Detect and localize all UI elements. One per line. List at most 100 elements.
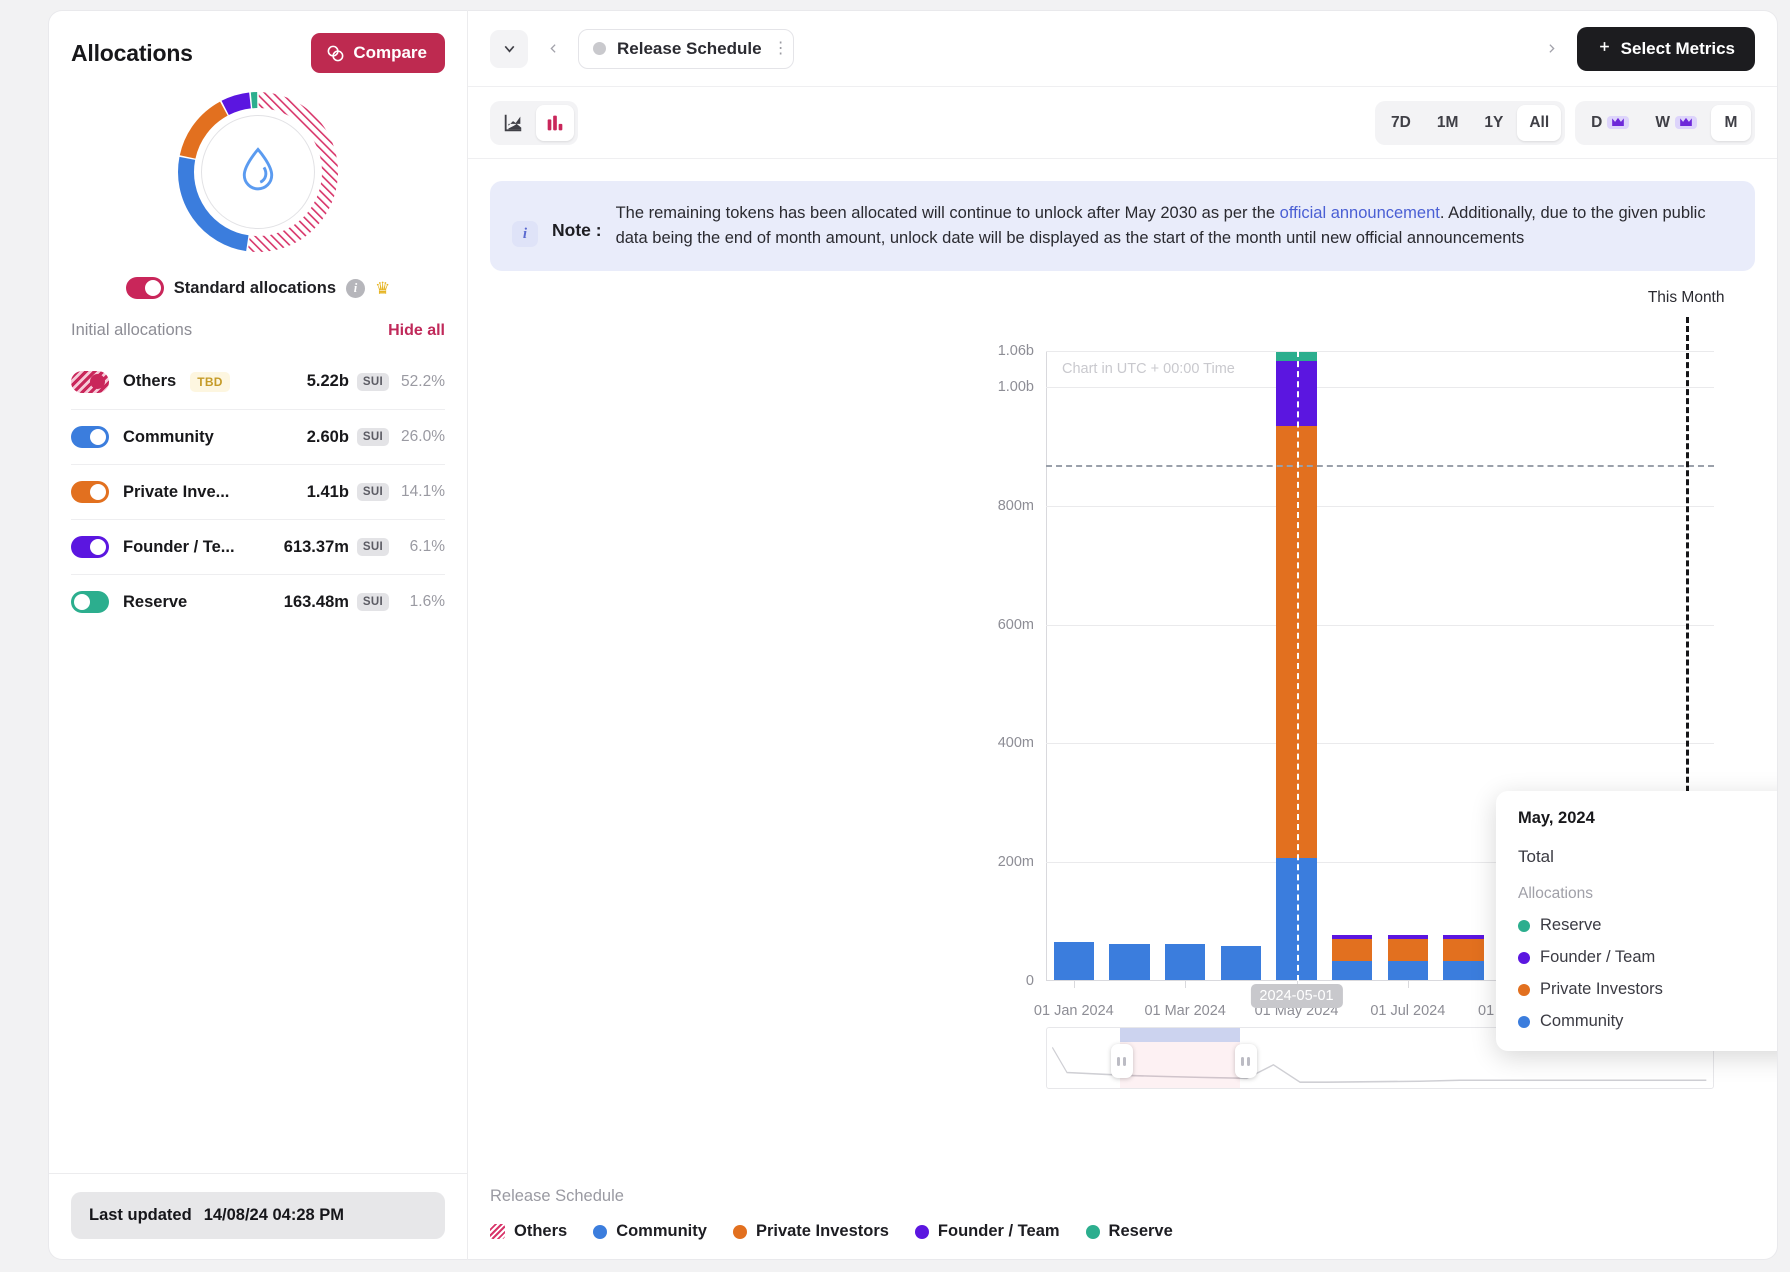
tooltip-color-dot — [1518, 952, 1530, 964]
chart-bar-segment — [1221, 946, 1261, 980]
allocation-amount: 163.48m — [284, 593, 349, 612]
kebab-menu-icon[interactable]: ⋮ — [773, 44, 779, 54]
chevron-right-icon[interactable] — [1539, 32, 1565, 66]
x-axis-tick — [1185, 981, 1186, 988]
allocation-toggle[interactable] — [71, 536, 109, 558]
allocation-toggle[interactable] — [71, 481, 109, 503]
legend-item[interactable]: Reserve — [1086, 1222, 1173, 1241]
allocation-row[interactable]: OthersTBD5.22bSUI52.2% — [71, 354, 445, 409]
chart-gridline — [1046, 506, 1714, 507]
tooltip-color-dot — [1518, 1016, 1530, 1028]
allocations-list: OthersTBD5.22bSUI52.2%Community2.60bSUI2… — [71, 354, 445, 629]
donut-segment[interactable] — [225, 100, 250, 107]
allocation-row[interactable]: Reserve163.48mSUI1.6% — [71, 574, 445, 629]
allocation-unit: SUI — [357, 593, 389, 611]
plus-icon — [1597, 39, 1612, 59]
legend-item[interactable]: Founder / Team — [915, 1222, 1060, 1241]
chart-bar-segment — [1388, 939, 1428, 961]
interval-w[interactable]: W — [1643, 105, 1709, 141]
legend-marker — [593, 1225, 607, 1239]
time-range-switcher: 7D 1M 1Y All — [1375, 101, 1565, 145]
standard-allocations-toggle[interactable] — [126, 277, 164, 299]
range-1y[interactable]: 1Y — [1472, 105, 1515, 141]
compare-button[interactable]: Compare — [311, 33, 445, 73]
allocation-name: Founder / Te... — [123, 538, 235, 557]
interval-m[interactable]: M — [1711, 105, 1751, 141]
premium-crown-icon — [1675, 116, 1697, 129]
chart-bar[interactable] — [1054, 942, 1094, 980]
x-axis-tick-label: 01 Jul 2024 — [1370, 1003, 1445, 1019]
allocation-toggle[interactable] — [71, 371, 109, 393]
note-banner: i Note : The remaining tokens has been a… — [490, 181, 1755, 271]
bar-chart-icon[interactable] — [536, 105, 574, 141]
allocation-name: Reserve — [123, 593, 187, 612]
area-chart-icon[interactable] — [494, 105, 532, 141]
x-axis-tick — [1408, 981, 1409, 988]
range-all[interactable]: All — [1517, 105, 1561, 141]
chevron-left-icon[interactable] — [540, 32, 566, 66]
chart-gridline — [1046, 625, 1714, 626]
chart-bar[interactable] — [1388, 935, 1428, 980]
chart-legend-area: Release Schedule OthersCommunityPrivate … — [468, 1187, 1777, 1241]
minimap-handle-left[interactable] — [1111, 1044, 1133, 1078]
interval-switcher: DWM — [1575, 101, 1755, 145]
tooltip-item-name: Founder / Team — [1540, 948, 1655, 967]
donut-center — [201, 115, 315, 229]
allocation-toggle[interactable] — [71, 426, 109, 448]
allocation-percent: 52.2% — [397, 373, 445, 391]
this-month-label: This Month — [1648, 289, 1725, 307]
note-text: The remaining tokens has been allocated … — [616, 201, 1733, 251]
allocation-unit: SUI — [357, 373, 389, 391]
range-7d[interactable]: 7D — [1379, 105, 1423, 141]
chart-bar-segment — [1332, 961, 1372, 980]
crown-icon: ♛ — [375, 280, 390, 297]
chevron-down-icon[interactable] — [490, 30, 528, 68]
tab-release-schedule[interactable]: Release Schedule ⋮ — [578, 29, 794, 69]
official-announcement-link[interactable]: official announcement — [1280, 204, 1440, 222]
allocation-toggle[interactable] — [71, 591, 109, 613]
minimap-selection-bar[interactable] — [1120, 1028, 1240, 1042]
chart-bar[interactable] — [1443, 935, 1483, 980]
y-axis-tick-label: 0 — [1026, 973, 1034, 989]
segment-label: 1Y — [1484, 114, 1503, 132]
segment-label: All — [1529, 114, 1549, 132]
cursor-line — [1297, 351, 1299, 981]
tooltip-allocation-item: Private Investors727,805,084.97 SUI$831.… — [1518, 980, 1778, 999]
legend-item[interactable]: Community — [593, 1222, 707, 1241]
tooltip-color-dot — [1518, 984, 1530, 996]
chart-bar[interactable] — [1221, 946, 1261, 980]
x-axis-tick-label: 01 Jan 2024 — [1034, 1003, 1114, 1019]
segment-label: 7D — [1391, 114, 1411, 132]
allocations-donut-chart — [49, 87, 467, 257]
threshold-line — [1046, 465, 1714, 467]
allocation-amount: 2.60b — [307, 428, 349, 447]
allocation-percent: 14.1% — [397, 483, 445, 501]
legend-marker — [1086, 1225, 1100, 1239]
sidebar-footer: Last updated 14/08/24 04:28 PM — [49, 1173, 467, 1259]
chart-bar[interactable] — [1332, 935, 1372, 980]
allocation-row[interactable]: Founder / Te...613.37mSUI6.1% — [71, 519, 445, 574]
tab-status-dot — [593, 42, 606, 55]
legend-item[interactable]: Others — [490, 1222, 567, 1241]
legend-item[interactable]: Private Investors — [733, 1222, 889, 1241]
allocation-values: 163.48mSUI1.6% — [284, 593, 445, 612]
allocation-row[interactable]: Community2.60bSUI26.0% — [71, 409, 445, 464]
chart-type-switcher — [490, 101, 578, 145]
minimap-handle-right[interactable] — [1235, 1044, 1257, 1078]
tooltip-allocation-item: Founder / Team109,403,690.06 SUI$124.94m — [1518, 948, 1778, 967]
chart-bar[interactable] — [1109, 944, 1149, 980]
interval-d[interactable]: D — [1579, 105, 1641, 141]
allocation-values: 2.60bSUI26.0% — [307, 428, 445, 447]
legend-label: Community — [616, 1222, 707, 1241]
tooltip-color-dot — [1518, 920, 1530, 932]
allocation-amount: 1.41b — [307, 483, 349, 502]
select-metrics-button[interactable]: Select Metrics — [1577, 27, 1755, 71]
range-1m[interactable]: 1M — [1425, 105, 1471, 141]
hide-all-button[interactable]: Hide all — [388, 322, 445, 340]
y-axis-tick-label: 1.06b — [998, 343, 1034, 359]
info-icon[interactable]: i — [346, 279, 365, 298]
allocation-row[interactable]: Private Inve...1.41bSUI14.1% — [71, 464, 445, 519]
allocation-values: 5.22bSUI52.2% — [307, 372, 445, 391]
chart-bar[interactable] — [1165, 944, 1205, 980]
segment-label: M — [1725, 114, 1738, 132]
